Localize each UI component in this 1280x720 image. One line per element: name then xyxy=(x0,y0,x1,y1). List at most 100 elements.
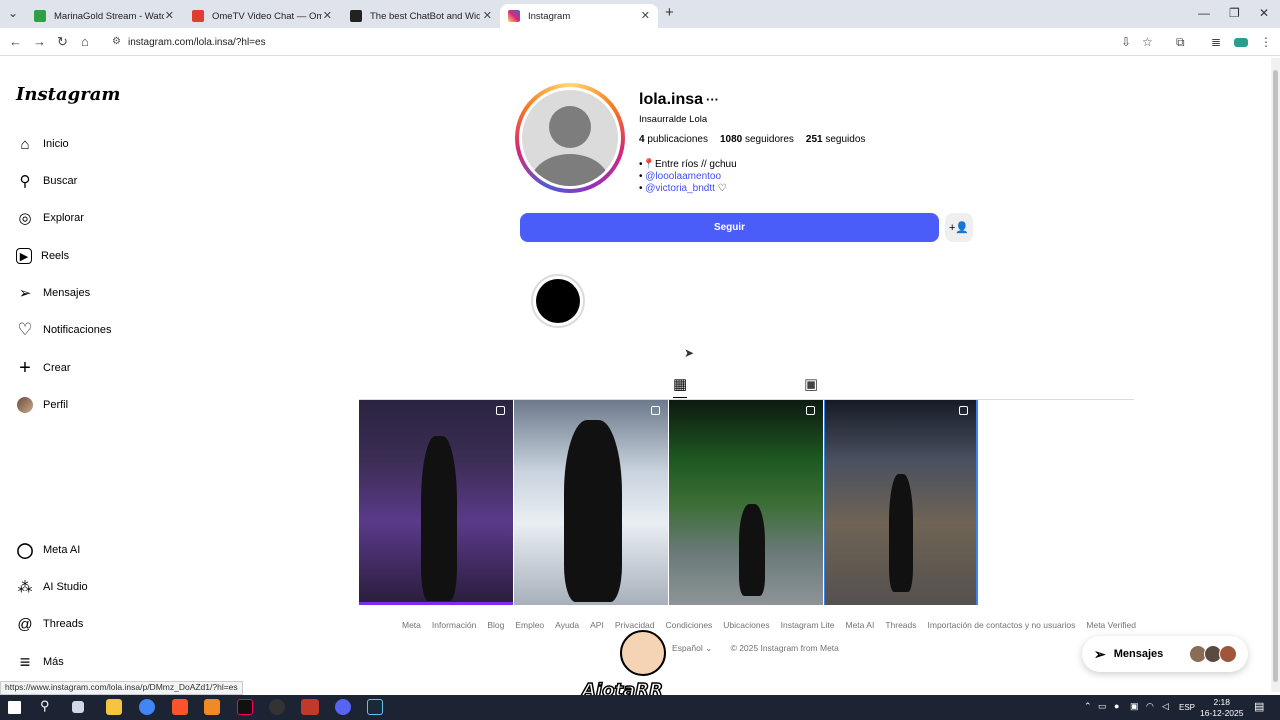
home-icon[interactable]: ⌂ xyxy=(81,34,89,49)
wifi-icon[interactable]: ◠ xyxy=(1146,701,1154,712)
back-icon[interactable]: ← xyxy=(9,34,22,49)
steam-icon[interactable] xyxy=(367,699,383,715)
language-indicator[interactable]: ESP xyxy=(1179,703,1195,712)
sidebar-item-buscar[interactable]: ⚲ Buscar xyxy=(16,171,78,191)
profile-username: lola.insa xyxy=(639,91,704,108)
sidebar-item-meta-ai[interactable]: ◯ Meta AI xyxy=(16,540,81,560)
sidebar-item-reels[interactable]: ▶ Reels xyxy=(16,246,69,266)
network-icon[interactable]: ▣ xyxy=(1130,701,1139,712)
media-icon[interactable]: ≣ xyxy=(1211,35,1221,49)
notification-icon[interactable]: ▤ xyxy=(1254,700,1264,713)
sidebar-item-mas[interactable]: ≡ Más xyxy=(16,652,64,672)
tab-title: The best ChatBot and Widgets xyxy=(370,10,480,22)
footer-link[interactable]: Threads xyxy=(885,620,916,630)
chrome-icon[interactable] xyxy=(139,699,155,715)
footer-link[interactable]: Importación de contactos y no usuarios xyxy=(928,620,1076,630)
tab-posts-grid-icon[interactable]: ▦ xyxy=(673,375,688,398)
messages-label: Mensajes xyxy=(1113,648,1164,660)
site-info-icon[interactable]: ⚙ xyxy=(112,36,121,47)
tab-instagram[interactable]: Instagram ✕ xyxy=(500,4,658,28)
search-icon[interactable]: ⚲ xyxy=(40,698,50,714)
bookmark-star-icon[interactable]: ☆ xyxy=(1142,35,1153,49)
footer-link[interactable]: Empleo xyxy=(515,620,544,630)
tiktok-icon[interactable] xyxy=(237,699,253,715)
footer-link[interactable]: Meta Verified xyxy=(1086,620,1136,630)
url-text: instagram.com/lola.insa/?hl=es xyxy=(128,36,266,48)
sidebar-item-perfil[interactable]: Perfil xyxy=(16,395,68,415)
post-thumbnail[interactable] xyxy=(824,400,978,605)
obs-icon[interactable] xyxy=(269,699,285,715)
extensions-icon[interactable]: ⧉ xyxy=(1176,35,1185,50)
sidebar-item-mensajes[interactable]: ➢ Mensajes xyxy=(16,283,90,303)
tab-search-icon[interactable]: ⌄ xyxy=(8,6,18,20)
close-icon[interactable]: ✕ xyxy=(323,9,332,22)
sidebar-item-label: Inicio xyxy=(43,138,69,150)
instagram-logo[interactable]: Instagram xyxy=(16,84,120,105)
post-thumbnail[interactable] xyxy=(514,400,668,605)
story-highlight[interactable] xyxy=(531,274,585,328)
install-icon[interactable]: ⇩ xyxy=(1121,35,1131,49)
tab-ometv[interactable]: OmeTV Video Chat — Ome ✕ xyxy=(184,4,340,28)
follow-button[interactable]: Seguir xyxy=(520,213,939,242)
sidebar-item-threads[interactable]: @ Threads xyxy=(16,614,83,634)
page-scrollbar[interactable] xyxy=(1271,58,1280,692)
tab-marinagold[interactable]: MarinaGold Stream - Watch Liv ✕ xyxy=(26,4,182,28)
footer-link[interactable]: Meta AI xyxy=(845,620,874,630)
menu-icon: ≡ xyxy=(19,651,31,672)
window-close-icon[interactable]: ✕ xyxy=(1259,6,1269,20)
sidebar-item-crear[interactable]: + Crear xyxy=(16,356,70,379)
sidebar-item-ai-studio[interactable]: ⁂ AI Studio xyxy=(16,577,88,597)
brave-icon[interactable] xyxy=(172,699,188,715)
options-icon[interactable]: ··· xyxy=(706,92,719,107)
followers-link[interactable]: 1080 seguidores xyxy=(720,134,794,145)
discord-icon[interactable] xyxy=(335,699,351,715)
close-icon[interactable]: ✕ xyxy=(165,9,174,22)
suggested-users-icon[interactable]: +👤 xyxy=(945,213,973,242)
tab-tagged-icon[interactable]: ▣ xyxy=(804,375,818,393)
footer-link[interactable]: Blog xyxy=(487,620,504,630)
tray-chevron-icon[interactable]: ⌃ xyxy=(1084,701,1092,712)
carousel-icon xyxy=(959,406,968,415)
close-icon[interactable]: ✕ xyxy=(483,9,492,22)
tray-icon[interactable]: ▭ xyxy=(1098,701,1107,712)
bio-line: • @looolaamentoo xyxy=(639,171,722,182)
bio-mention-link[interactable]: @victoria_bndtt xyxy=(645,183,715,194)
profile-picture[interactable] xyxy=(515,83,625,193)
restore-icon[interactable]: ❐ xyxy=(1229,6,1240,20)
ai-studio-icon: ⁂ xyxy=(17,579,33,596)
footer-link[interactable]: Ubicaciones xyxy=(723,620,769,630)
plus-icon: + xyxy=(19,356,31,379)
microphone-icon[interactable]: ● xyxy=(1114,701,1119,711)
kebab-menu-icon[interactable]: ⋮ xyxy=(1260,35,1272,49)
task-view-icon[interactable] xyxy=(72,701,84,713)
system-clock[interactable]: 2:18 16-12-2025 xyxy=(1200,697,1243,719)
voicemod-icon[interactable] xyxy=(301,699,319,715)
file-explorer-icon[interactable] xyxy=(106,699,122,715)
app-icon[interactable] xyxy=(204,699,220,715)
send-icon: ➢ xyxy=(18,285,32,302)
post-thumbnail[interactable] xyxy=(359,400,513,605)
messages-button[interactable]: ➢ Mensajes xyxy=(1082,636,1248,672)
volume-icon[interactable]: ◁ xyxy=(1162,701,1169,712)
sidebar-item-notificaciones[interactable]: ♡ Notificaciones xyxy=(16,320,111,340)
profile-icon[interactable] xyxy=(1234,38,1248,47)
bio-line: •📍Entre ríos // gchuu xyxy=(639,159,737,170)
footer-link[interactable]: Instagram Lite xyxy=(781,620,835,630)
sidebar-item-explorar[interactable]: ◎ Explorar xyxy=(16,208,84,228)
minimize-icon[interactable]: — xyxy=(1198,6,1210,20)
close-icon[interactable]: ✕ xyxy=(641,9,650,22)
following-link[interactable]: 251 seguidos xyxy=(806,134,866,145)
footer-link[interactable]: Meta xyxy=(402,620,421,630)
favicon-icon xyxy=(192,10,204,22)
footer-link[interactable]: Ayuda xyxy=(555,620,579,630)
reload-icon[interactable]: ↻ xyxy=(57,34,68,50)
bio-mention-link[interactable]: @looolaamentoo xyxy=(645,171,721,182)
new-tab-icon[interactable]: + xyxy=(665,4,674,21)
url-input[interactable]: ⚙ instagram.com/lola.insa/?hl=es xyxy=(104,31,1164,53)
footer-link[interactable]: Información xyxy=(432,620,476,630)
post-thumbnail[interactable] xyxy=(669,400,823,605)
start-icon[interactable] xyxy=(8,701,21,714)
sidebar-item-inicio[interactable]: ⌂ Inicio xyxy=(16,134,69,154)
forward-icon[interactable]: → xyxy=(33,34,46,49)
tab-chatbot[interactable]: The best ChatBot and Widgets ✕ xyxy=(342,4,500,28)
